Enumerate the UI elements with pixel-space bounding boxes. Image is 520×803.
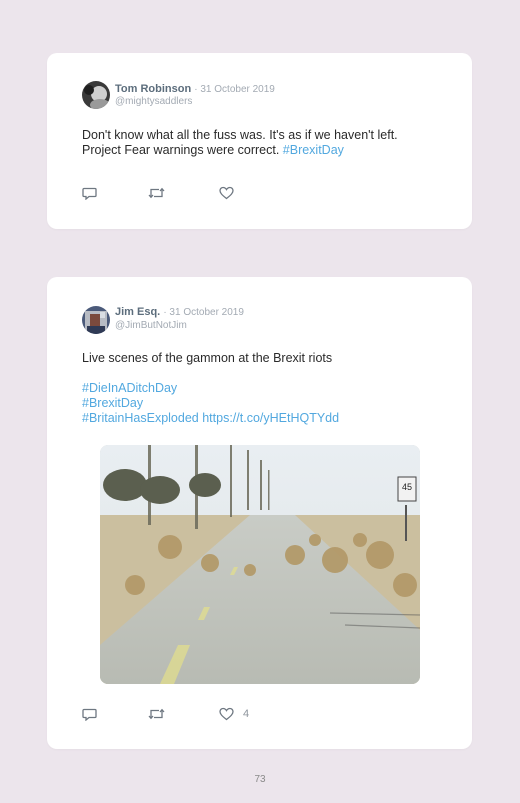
like-count: 4 <box>243 708 250 720</box>
like-button[interactable] <box>219 185 234 201</box>
tweet-text-line: Live scenes of the gammon at the Brexit … <box>82 351 333 365</box>
avatar[interactable] <box>82 81 110 109</box>
tweet-text-line: #BritainHasExploded https://t.co/yHEtHQT… <box>82 411 452 426</box>
like-icon <box>219 707 234 721</box>
author-name[interactable]: Jim Esq. <box>115 306 160 318</box>
tweet-card: Jim Esq. · 31 October 2019 @JimButNotJim… <box>47 277 472 749</box>
retweet-icon <box>148 187 165 199</box>
retweet-icon <box>148 708 165 720</box>
like-icon <box>219 186 234 200</box>
author-handle[interactable]: @mightysaddlers <box>115 96 192 108</box>
tweet-text: Live scenes of the gammon at the Brexit … <box>82 351 452 426</box>
reply-icon <box>82 187 97 200</box>
hashtag-link[interactable]: #BrexitDay <box>82 396 452 411</box>
reply-icon <box>82 708 97 721</box>
tweet-date[interactable]: 31 October 2019 <box>169 307 244 318</box>
hashtag-link[interactable]: #BritainHasExploded <box>82 411 199 425</box>
tweet-actions: 4 <box>82 706 282 722</box>
reply-button[interactable] <box>82 185 97 201</box>
retweet-button[interactable] <box>148 706 165 722</box>
author-handle[interactable]: @JimButNotJim <box>115 320 187 332</box>
desert-road-scene: 45 <box>100 445 420 684</box>
tweet-header: Tom Robinson · 31 October 2019 <box>115 83 275 95</box>
tweet-header: Jim Esq. · 31 October 2019 <box>115 306 244 318</box>
hashtag-link[interactable]: #BrexitDay <box>283 143 344 157</box>
hashtag-link[interactable]: #DieInADitchDay <box>82 381 452 396</box>
tweet-text-fragment: Project Fear warnings were correct. <box>82 143 280 157</box>
author-name[interactable]: Tom Robinson <box>115 83 191 95</box>
tweet-actions <box>82 185 282 201</box>
reply-button[interactable] <box>82 706 97 722</box>
tweet-date[interactable]: 31 October 2019 <box>200 84 275 95</box>
retweet-button[interactable] <box>148 185 165 201</box>
page-number: 73 <box>254 774 266 785</box>
tweet-card: Tom Robinson · 31 October 2019 @mightysa… <box>47 53 472 229</box>
tweet-text: Don't know what all the fuss was. It's a… <box>82 128 452 158</box>
like-button[interactable]: 4 <box>219 706 249 722</box>
tweet-media-image[interactable]: 45 <box>100 445 420 684</box>
tweet-text-line: Project Fear warnings were correct. #Bre… <box>82 143 452 158</box>
avatar[interactable] <box>82 306 110 334</box>
sign-number: 45 <box>402 482 412 492</box>
tweet-url-link[interactable]: https://t.co/yHEtHQTYdd <box>202 411 339 425</box>
tweet-text-line: Don't know what all the fuss was. It's a… <box>82 128 398 142</box>
